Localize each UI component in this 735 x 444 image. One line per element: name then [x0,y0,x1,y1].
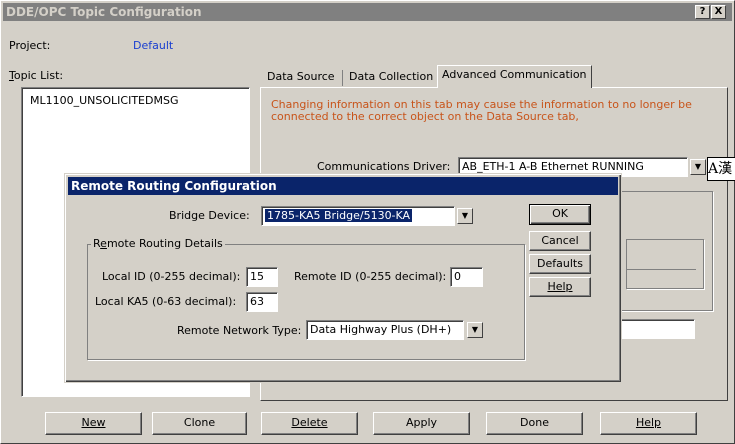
local-id-input[interactable]: 15 [246,267,278,287]
delete-button-label: Delete [291,416,328,429]
background-inner-groupbox [626,239,704,289]
main-titlebar: DDE/OPC Topic Configuration ? X [3,3,732,21]
tab-advanced-communication[interactable]: Advanced Communication [437,65,592,88]
driver-dropdown-arrow[interactable]: ▼ [690,159,706,175]
network-type-dropdown-arrow[interactable]: ▼ [467,322,483,338]
remote-id-label: Remote ID (0-255 decimal): [294,270,447,283]
done-button[interactable]: Done [486,412,583,435]
tab-divider [342,70,343,86]
project-value: Default [133,39,174,52]
bridge-dropdown-arrow[interactable]: ▼ [457,208,473,224]
defaults-button[interactable]: Defaults [529,254,591,274]
driver-value: AB_ETH-1 A-B Ethernet RUNNING [462,160,644,173]
network-type-select[interactable]: Data Highway Plus (DH+) [306,320,464,340]
bridge-device-value: 1785-KA5 Bridge/5130-KA [265,209,413,222]
project-label: Project: [9,39,51,52]
help-button-label: Help [635,416,662,429]
cancel-button[interactable]: Cancel [529,231,591,251]
tab-data-collection[interactable]: Data Collection [345,68,437,88]
dialog-title: Remote Routing Configuration [71,179,277,193]
bridge-device-select[interactable]: 1785-KA5 Bridge/5130-KA [261,206,455,226]
bridge-device-label: Bridge Device: [169,209,250,222]
cancel-button-label: Cancel [541,234,579,247]
local-id-label: Local ID (0-255 decimal): [102,270,241,283]
topic-list-label-rest: opic List: [13,69,64,82]
delete-button[interactable]: Delete [261,412,358,435]
remote-routing-details-label: Remote Routing Details [91,237,225,250]
dialog-titlebar: Remote Routing Configuration [68,177,618,195]
new-button[interactable]: New [45,412,142,435]
background-divider [626,269,696,281]
help-title-button[interactable]: ? [695,5,710,19]
remote-id-input[interactable]: 0 [450,267,483,287]
local-ka5-input[interactable]: 63 [246,292,278,312]
help-button[interactable]: Help [600,412,697,435]
apply-button-label: Apply [405,416,438,429]
local-ka5-label: Local KA5 (0-63 decimal): [95,295,237,308]
network-type-label: Remote Network Type: [177,324,302,337]
topic-list-label: Topic List: [9,69,64,82]
driver-label: Communications Driver: [317,160,451,173]
network-type-value: Data Highway Plus (DH+) [310,323,452,336]
defaults-button-label: Defaults [537,257,583,270]
topic-list-item[interactable]: ML1100_UNSOLICITEDMSG [26,92,245,110]
clone-button[interactable]: Clone [152,412,247,435]
background-field [619,319,695,339]
tab-data-source[interactable]: Data Source [263,68,339,88]
warning-text: Changing information on this tab may cau… [271,98,692,123]
ok-button[interactable]: OK [529,204,591,225]
ime-toolbar-glyph[interactable]: A漢 [707,157,735,181]
dialog-help-button[interactable]: Help [529,277,591,297]
dialog-help-button-label: Help [547,280,573,293]
main-window-title: DDE/OPC Topic Configuration [6,5,202,19]
clone-button-label: Clone [183,416,216,429]
done-button-label: Done [520,416,549,429]
ok-button-label: OK [552,207,568,220]
remote-routing-dialog: Remote Routing Configuration Bridge Devi… [64,173,622,383]
apply-button[interactable]: Apply [373,412,470,435]
close-title-button[interactable]: X [711,5,726,19]
new-button-label: New [81,416,106,429]
